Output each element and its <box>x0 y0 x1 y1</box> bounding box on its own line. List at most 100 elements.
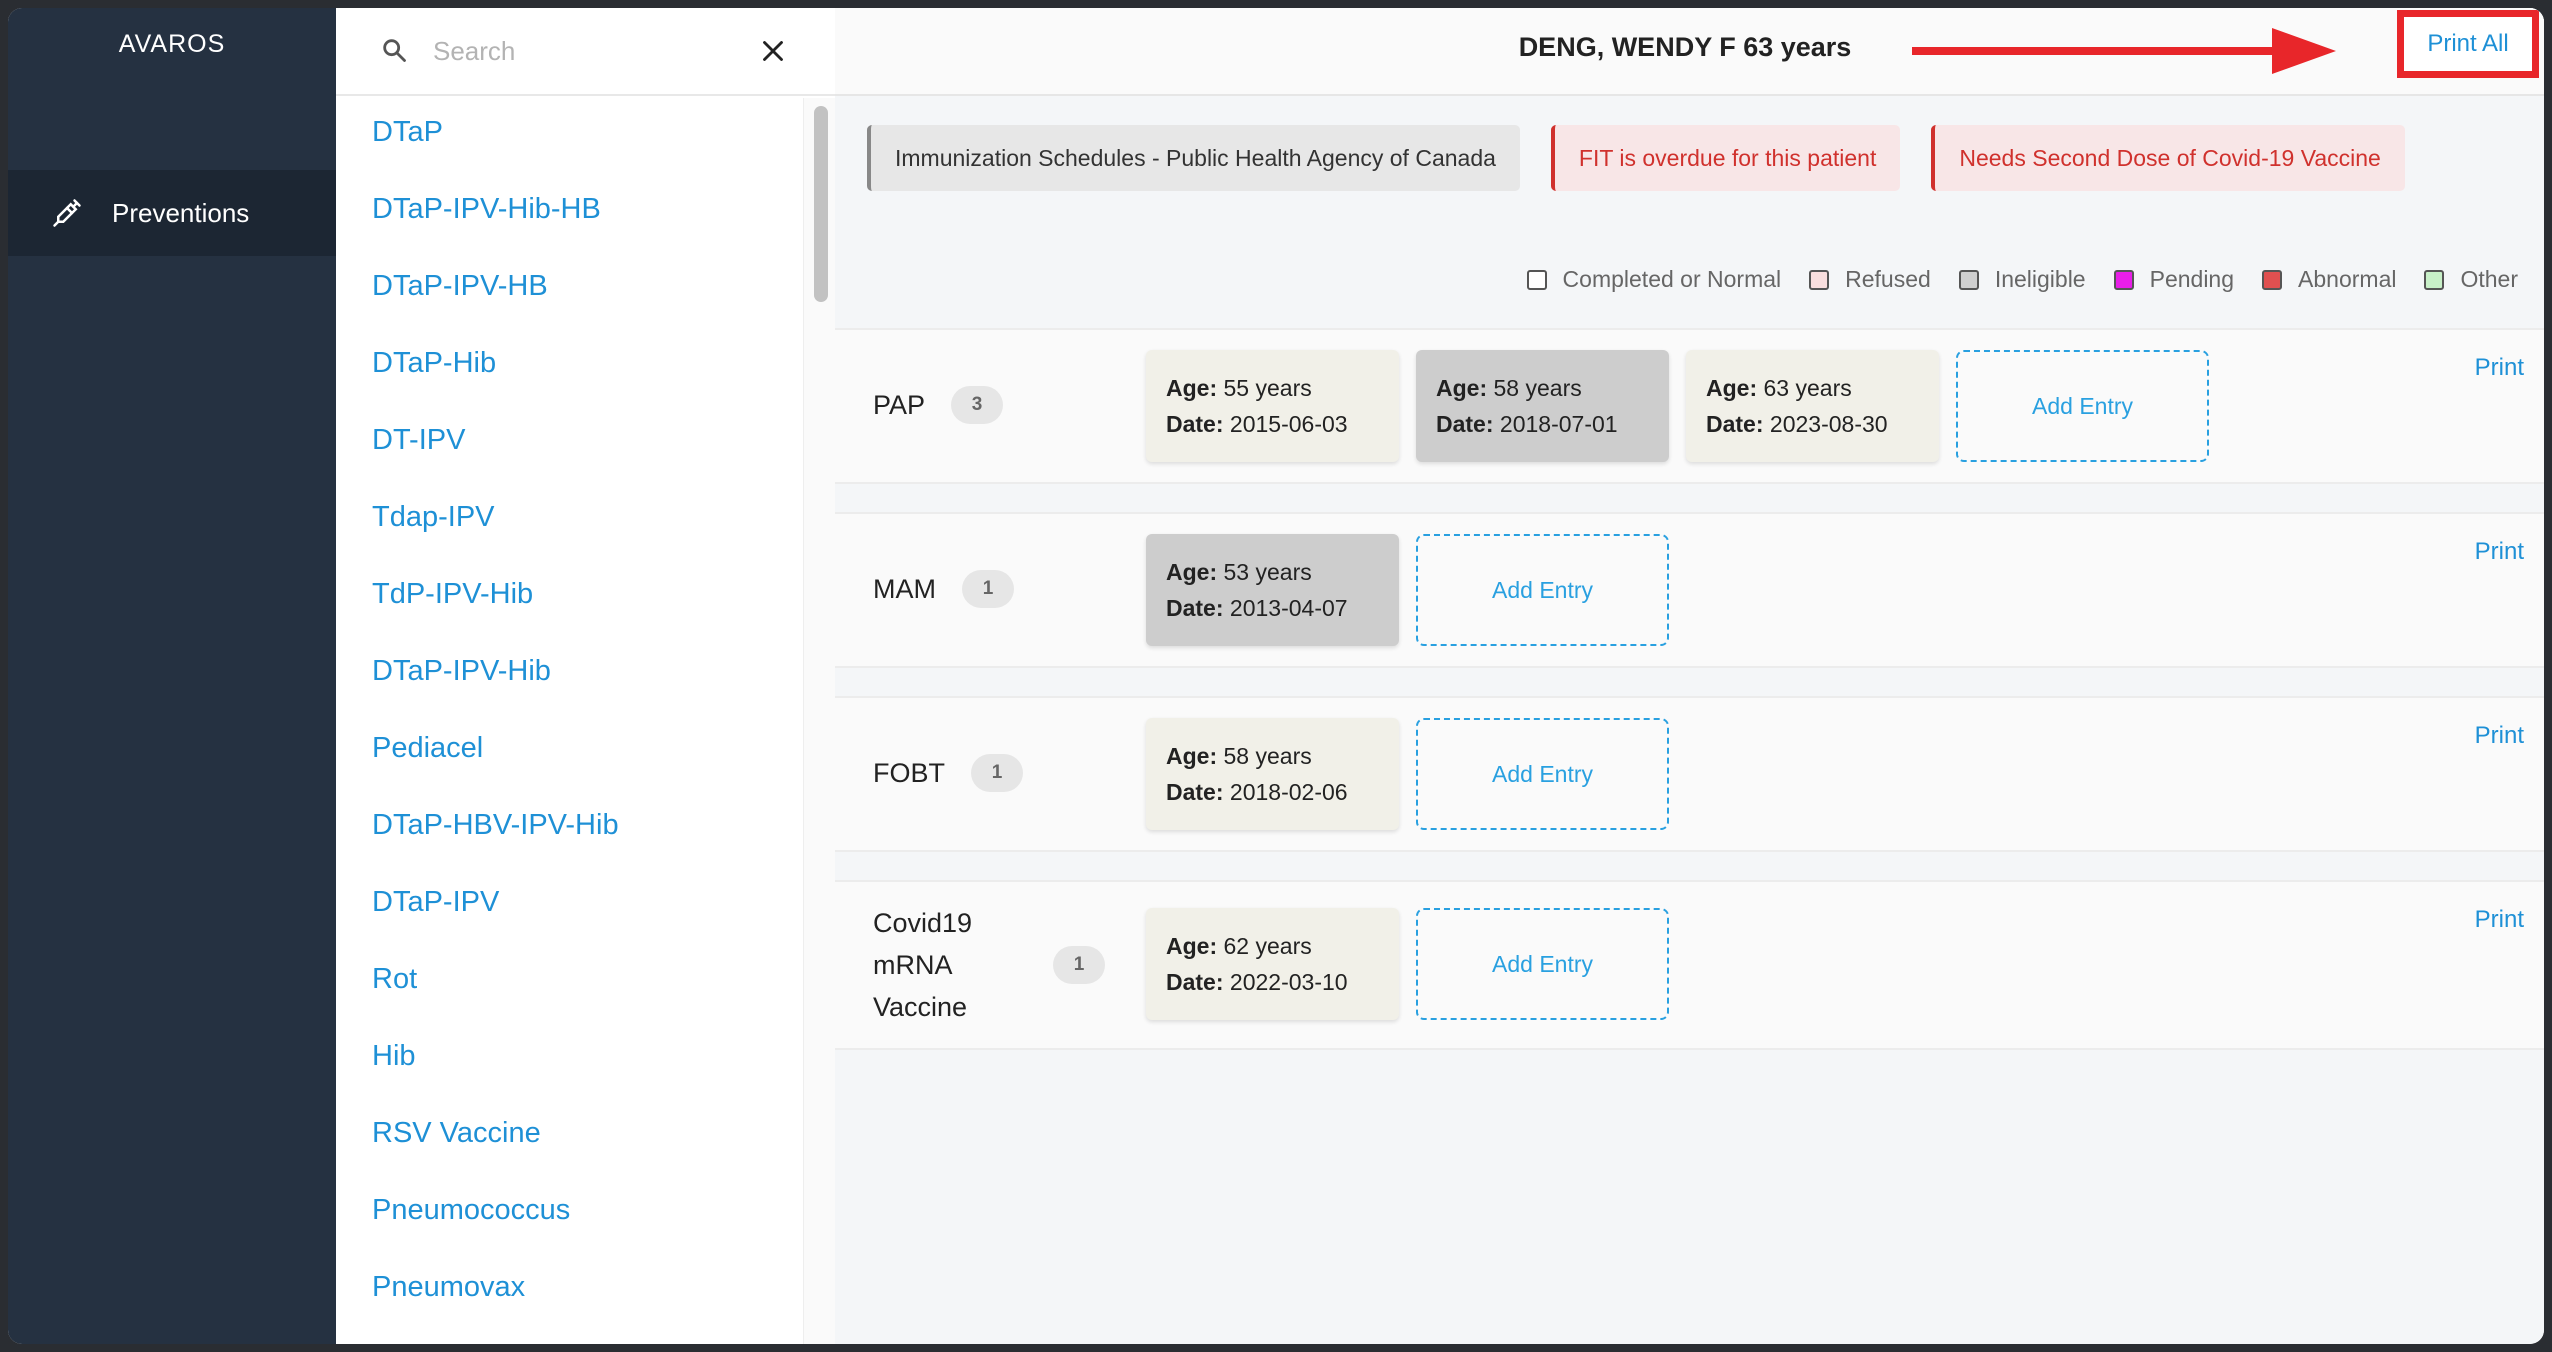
list-item[interactable]: TdP-IPV-Hib <box>336 556 796 633</box>
age-value: 62 years <box>1223 933 1312 959</box>
list-item[interactable]: DTaP-IPV-Hib <box>336 633 796 710</box>
search-bar <box>336 8 835 96</box>
age-label: Age: <box>1436 375 1488 401</box>
list-item[interactable]: Hib <box>336 1018 796 1095</box>
prevention-row-covid19: Covid19 mRNA Vaccine 1 Age: 62 years Dat… <box>835 880 2544 1050</box>
main-content: DENG, WENDY F 63 years Print All Immuniz… <box>835 8 2544 1344</box>
age-label: Age: <box>1166 743 1218 769</box>
list-item[interactable]: DT-IPV <box>336 402 796 479</box>
syringe-icon <box>50 196 84 230</box>
legend-label: Pending <box>2149 266 2235 292</box>
prevention-row-pap: PAP 3 Age: 55 years Date: 2015-06-03 Age… <box>835 328 2544 484</box>
list-item[interactable]: DTaP-IPV-HB <box>336 248 796 325</box>
entry-count-badge: 1 <box>1053 946 1105 984</box>
print-button[interactable]: Print <box>2475 354 2524 382</box>
annotation-arrow-icon <box>1912 28 2336 74</box>
legend-label: Completed or Normal <box>1562 266 1782 292</box>
list-scrollbar[interactable] <box>803 98 836 1344</box>
legend-swatch <box>2113 269 2134 290</box>
list-item[interactable]: DTaP-HBV-IPV-Hib <box>336 787 796 864</box>
date-label: Date: <box>1706 411 1764 437</box>
prevention-entry[interactable]: Age: 63 years Date: 2023-08-30 <box>1686 350 1939 462</box>
date-value: 2013-04-07 <box>1229 595 1348 621</box>
prevention-type-list: DTaP DTaP-IPV-Hib-HB DTaP-IPV-HB DTaP-Hi… <box>336 94 796 1326</box>
patient-header: DENG, WENDY F 63 years Print All <box>835 8 2544 96</box>
search-icon <box>380 36 408 69</box>
print-button[interactable]: Print <box>2475 722 2524 750</box>
date-value: 2022-03-10 <box>1229 969 1348 995</box>
prevention-name-line: Vaccine <box>873 992 968 1022</box>
legend-swatch <box>1526 269 1547 290</box>
date-label: Date: <box>1166 411 1224 437</box>
nav-item-preventions[interactable]: Preventions <box>8 170 336 256</box>
legend-swatch <box>1809 269 1830 290</box>
list-item[interactable]: Rot <box>336 941 796 1018</box>
immunization-schedule-link[interactable]: Immunization Schedules - Public Health A… <box>867 125 1520 191</box>
covid-dose-alert[interactable]: Needs Second Dose of Covid-19 Vaccine <box>1931 125 2405 191</box>
age-label: Age: <box>1166 375 1218 401</box>
entry-count-badge: 1 <box>971 754 1023 792</box>
legend-item: Refused <box>1809 266 1931 293</box>
legend-item: Abnormal <box>2262 266 2396 293</box>
print-all-button[interactable]: Print All <box>2397 10 2539 78</box>
scrollbar-thumb[interactable] <box>814 106 828 302</box>
close-icon[interactable] <box>756 34 790 73</box>
prevention-entry[interactable]: Age: 58 years Date: 2018-07-01 <box>1416 350 1669 462</box>
add-entry-button[interactable]: Add Entry <box>1416 718 1669 830</box>
date-value: 2018-07-01 <box>1499 411 1618 437</box>
list-item[interactable]: Tdap-IPV <box>336 479 796 556</box>
list-item[interactable]: DTaP-IPV <box>336 864 796 941</box>
legend-swatch <box>2262 269 2283 290</box>
legend-label: Abnormal <box>2298 266 2397 292</box>
list-item[interactable]: RSV Vaccine <box>336 1095 796 1172</box>
date-label: Date: <box>1166 595 1224 621</box>
entry-count-badge: 3 <box>951 386 1003 424</box>
prevention-entry[interactable]: Age: 53 years Date: 2013-04-07 <box>1146 534 1399 646</box>
list-item[interactable]: Pneumococcus <box>336 1172 796 1249</box>
list-item[interactable]: DTaP-IPV-Hib-HB <box>336 171 796 248</box>
legend-label: Refused <box>1845 266 1931 292</box>
prevention-entry[interactable]: Age: 58 years Date: 2018-02-06 <box>1146 718 1399 830</box>
nav-item-label: Preventions <box>112 197 250 228</box>
status-legend: Completed or Normal Refused Ineligible P… <box>1499 266 2518 293</box>
legend-swatch <box>1958 269 1979 290</box>
date-label: Date: <box>1166 779 1224 805</box>
list-item[interactable]: DTaP <box>336 94 796 171</box>
age-value: 63 years <box>1763 375 1852 401</box>
add-entry-button[interactable]: Add Entry <box>1416 908 1669 1020</box>
entry-count-badge: 1 <box>962 570 1014 608</box>
legend-item: Pending <box>2113 266 2235 293</box>
prevention-name-line: Covid19 <box>873 908 973 938</box>
prevention-name: MAM <box>873 574 936 604</box>
search-input[interactable] <box>431 28 735 74</box>
prevention-list-panel: DTaP DTaP-IPV-Hib-HB DTaP-IPV-HB DTaP-Hi… <box>336 8 837 1344</box>
legend-label: Ineligible <box>1994 266 2086 292</box>
fit-overdue-alert[interactable]: FIT is overdue for this patient <box>1550 125 1901 191</box>
prevention-name: Covid19 mRNA Vaccine <box>873 902 972 1028</box>
prevention-entry[interactable]: Age: 62 years Date: 2022-03-10 <box>1146 908 1399 1020</box>
brand-logo: AVAROS <box>118 30 226 58</box>
list-item[interactable]: Pediacel <box>336 710 796 787</box>
date-label: Date: <box>1436 411 1494 437</box>
legend-label: Other <box>2460 266 2518 292</box>
age-label: Age: <box>1166 559 1218 585</box>
add-entry-button[interactable]: Add Entry <box>1416 534 1669 646</box>
print-button[interactable]: Print <box>2475 906 2524 934</box>
date-value: 2015-06-03 <box>1229 411 1348 437</box>
list-item[interactable]: Pneumovax <box>336 1249 796 1326</box>
prevention-name: PAP <box>873 390 926 420</box>
age-label: Age: <box>1706 375 1758 401</box>
date-label: Date: <box>1166 969 1224 995</box>
age-value: 58 years <box>1223 743 1312 769</box>
prevention-name: FOBT <box>873 758 945 788</box>
age-value: 53 years <box>1223 559 1312 585</box>
age-value: 58 years <box>1493 375 1582 401</box>
legend-item: Ineligible <box>1958 266 2086 293</box>
prevention-name-line: mRNA <box>873 950 953 980</box>
list-item[interactable]: DTaP-Hib <box>336 325 796 402</box>
date-value: 2018-02-06 <box>1229 779 1348 805</box>
age-label: Age: <box>1166 933 1218 959</box>
print-button[interactable]: Print <box>2475 538 2524 566</box>
prevention-entry[interactable]: Age: 55 years Date: 2015-06-03 <box>1146 350 1399 462</box>
add-entry-button[interactable]: Add Entry <box>1956 350 2209 462</box>
